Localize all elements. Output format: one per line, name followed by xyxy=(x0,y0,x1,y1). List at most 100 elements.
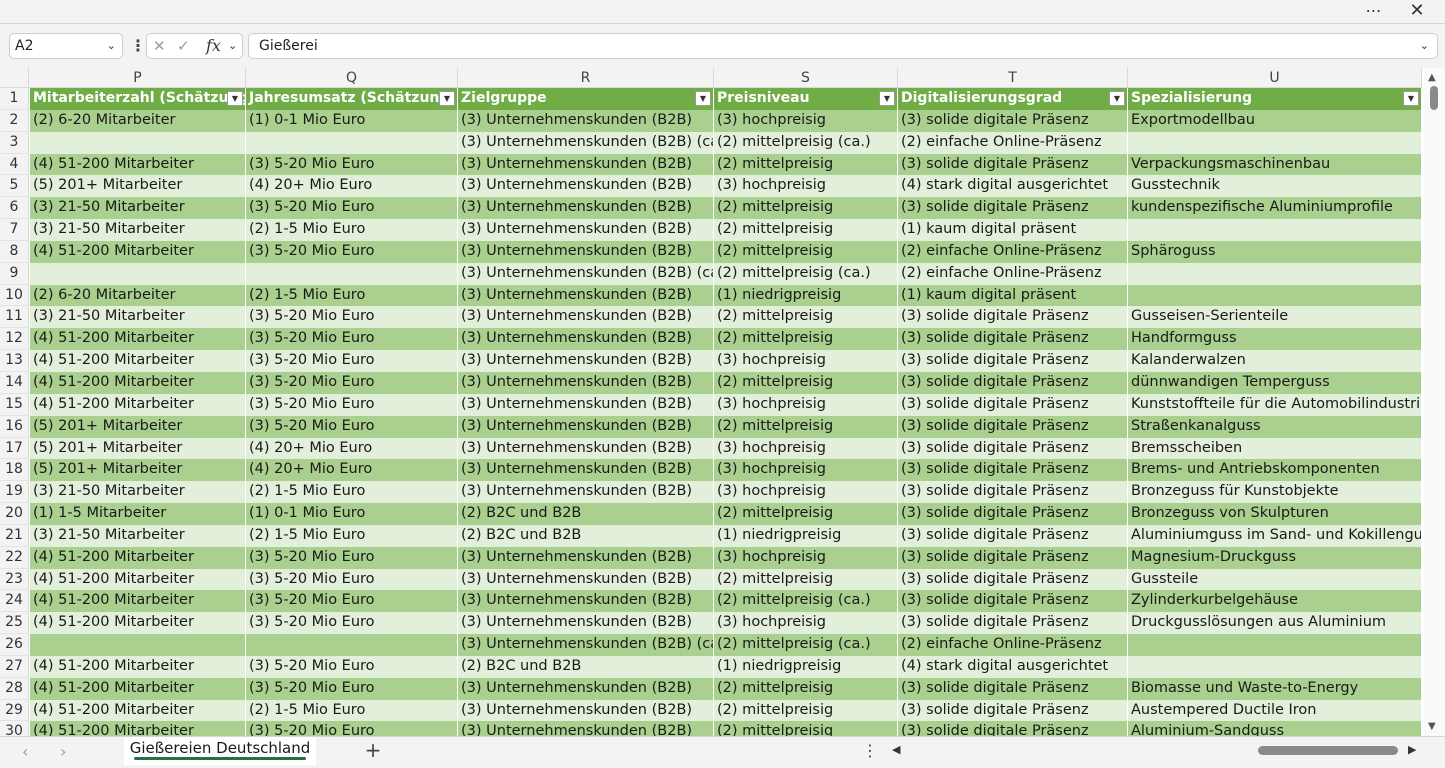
table-cell[interactable]: (3) 21-50 Mitarbeiter xyxy=(30,219,246,241)
scroll-up-icon[interactable]: ▲ xyxy=(1428,72,1436,83)
table-cell[interactable]: (2) 6-20 Mitarbeiter xyxy=(30,284,246,307)
table-cell[interactable]: (3) 21-50 Mitarbeiter xyxy=(30,524,246,547)
table-cell[interactable]: (3) 5-20 Mio Euro xyxy=(246,612,458,635)
more-options-icon[interactable]: ⋯ xyxy=(1360,1,1388,21)
table-cell[interactable]: (3) solide digitale Präsenz xyxy=(898,699,1128,722)
table-cell[interactable]: (4) 51-200 Mitarbeiter xyxy=(30,612,246,635)
table-cell[interactable]: (4) 51-200 Mitarbeiter xyxy=(30,677,246,700)
table-cell[interactable]: Austempered Ductile Iron xyxy=(1128,699,1422,722)
filter-dropdown-icon[interactable]: ▼ xyxy=(227,91,243,106)
table-cell[interactable] xyxy=(246,634,458,656)
table-cell[interactable]: (4) 51-200 Mitarbeiter xyxy=(30,350,246,372)
table-cell[interactable]: (2) 1-5 Mio Euro xyxy=(246,524,458,547)
table-cell[interactable]: (2) 1-5 Mio Euro xyxy=(246,481,458,504)
table-cell[interactable]: (2) mittelpreisig xyxy=(714,306,898,329)
table-cell[interactable]: (3) Unternehmenskunden (B2B) xyxy=(458,153,714,176)
table-cell[interactable]: (4) stark digital ausgerichtet xyxy=(898,655,1128,678)
table-cell[interactable]: Gusstechnik xyxy=(1128,175,1422,198)
table-cell[interactable]: (2) mittelpreisig xyxy=(714,677,898,700)
table-cell[interactable]: (3) 21-50 Mitarbeiter xyxy=(30,197,246,220)
row-number[interactable]: 28 xyxy=(0,677,29,700)
table-cell[interactable]: Sphäroguss xyxy=(1128,240,1422,263)
table-cell[interactable]: (3) hochpreisig xyxy=(714,350,898,372)
column-header[interactable]: Q xyxy=(246,68,458,88)
table-cell[interactable] xyxy=(246,262,458,285)
table-header-cell[interactable]: Jahresumsatz (Schätzung) ▼ xyxy=(246,88,458,110)
table-header-cell[interactable]: Preisniveau ▼ xyxy=(714,88,898,110)
worksheet-grid[interactable]: P Q R S T U 1 Mitarbeiterzahl (Schätzung… xyxy=(0,68,1422,736)
table-cell[interactable]: Bremsscheiben xyxy=(1128,437,1422,460)
chevron-down-icon[interactable]: ⌄ xyxy=(228,34,237,58)
table-cell[interactable]: (3) Unternehmenskunden (B2B) xyxy=(458,677,714,700)
table-cell[interactable]: (3) Unternehmenskunden (B2B) xyxy=(458,197,714,220)
filter-dropdown-icon[interactable]: ▼ xyxy=(439,91,455,106)
table-cell[interactable] xyxy=(1128,634,1422,656)
table-cell[interactable]: (1) niedrigpreisig xyxy=(714,655,898,678)
table-cell[interactable]: Zylinderkurbelgehäuse xyxy=(1128,590,1422,613)
table-cell[interactable]: (3) solide digitale Präsenz xyxy=(898,437,1128,460)
table-cell[interactable]: (3) solide digitale Präsenz xyxy=(898,371,1128,394)
table-cell[interactable]: (4) 20+ Mio Euro xyxy=(246,437,458,460)
row-number[interactable]: 13 xyxy=(0,350,29,372)
table-cell[interactable]: (3) 5-20 Mio Euro xyxy=(246,350,458,372)
table-cell[interactable]: (3) Unternehmenskunden (B2B) xyxy=(458,219,714,241)
table-cell[interactable]: Kalanderwalzen xyxy=(1128,350,1422,372)
table-cell[interactable]: (5) 201+ Mitarbeiter xyxy=(30,415,246,438)
row-number[interactable]: 9 xyxy=(0,262,29,285)
row-number[interactable]: 19 xyxy=(0,481,29,504)
table-cell[interactable]: Kunststoffteile für die Automobilindustr… xyxy=(1128,393,1422,416)
table-cell[interactable]: (3) Unternehmenskunden (B2B) xyxy=(458,459,714,482)
select-all-corner[interactable] xyxy=(0,68,29,88)
table-cell[interactable]: Verpackungsmaschinenbau xyxy=(1128,153,1422,176)
table-cell[interactable]: (2) 6-20 Mitarbeiter xyxy=(30,109,246,132)
table-cell[interactable]: (3) solide digitale Präsenz xyxy=(898,546,1128,569)
scroll-thumb[interactable] xyxy=(1430,86,1438,110)
row-number[interactable]: 20 xyxy=(0,503,29,525)
row-number[interactable]: 14 xyxy=(0,371,29,394)
table-cell[interactable]: (1) 0-1 Mio Euro xyxy=(246,109,458,132)
chevron-right-icon[interactable]: › xyxy=(60,741,66,763)
table-header-cell[interactable]: Spezialisierung ▼ xyxy=(1128,88,1422,110)
table-cell[interactable]: (3) 5-20 Mio Euro xyxy=(246,677,458,700)
table-cell[interactable]: Bronzeguss von Skulpturen xyxy=(1128,503,1422,525)
table-cell[interactable]: (4) 20+ Mio Euro xyxy=(246,175,458,198)
table-cell[interactable]: (3) solide digitale Präsenz xyxy=(898,415,1128,438)
row-number[interactable]: 29 xyxy=(0,699,29,722)
row-number[interactable]: 16 xyxy=(0,415,29,438)
table-cell[interactable]: (1) kaum digital präsent xyxy=(898,284,1128,307)
table-cell[interactable]: (3) hochpreisig xyxy=(714,546,898,569)
insert-function-icon[interactable]: fx xyxy=(206,34,221,58)
horizontal-scroll-thumb[interactable] xyxy=(1258,746,1398,755)
table-cell[interactable]: (3) solide digitale Präsenz xyxy=(898,590,1128,613)
filter-dropdown-icon[interactable]: ▼ xyxy=(695,91,711,106)
table-cell[interactable]: (4) 51-200 Mitarbeiter xyxy=(30,240,246,263)
table-cell[interactable] xyxy=(1128,284,1422,307)
table-cell[interactable]: (4) 51-200 Mitarbeiter xyxy=(30,328,246,351)
table-cell[interactable]: (4) 51-200 Mitarbeiter xyxy=(30,699,246,722)
table-cell[interactable]: (3) Unternehmenskunden (B2B) (ca.) xyxy=(458,131,714,154)
table-cell[interactable]: (3) Unternehmenskunden (B2B) xyxy=(458,393,714,416)
table-cell[interactable]: Brems- und Antriebskomponenten xyxy=(1128,459,1422,482)
table-cell[interactable]: (3) 5-20 Mio Euro xyxy=(246,371,458,394)
scroll-left-icon[interactable]: ◀ xyxy=(892,743,900,756)
column-header[interactable]: S xyxy=(714,68,898,88)
row-number[interactable]: 12 xyxy=(0,328,29,351)
vertical-dots-icon[interactable]: ⋮ xyxy=(130,36,146,56)
add-sheet-icon[interactable]: + xyxy=(360,739,386,763)
table-cell[interactable]: (3) 5-20 Mio Euro xyxy=(246,590,458,613)
table-cell[interactable]: (3) solide digitale Präsenz xyxy=(898,393,1128,416)
row-number[interactable]: 23 xyxy=(0,568,29,591)
table-cell[interactable]: (3) 21-50 Mitarbeiter xyxy=(30,481,246,504)
table-cell[interactable]: (3) Unternehmenskunden (B2B) xyxy=(458,612,714,635)
table-cell[interactable]: (3) solide digitale Präsenz xyxy=(898,503,1128,525)
row-number[interactable]: 5 xyxy=(0,175,29,198)
table-cell[interactable]: (2) B2C und B2B xyxy=(458,655,714,678)
chevron-left-icon[interactable]: ‹ xyxy=(22,741,28,763)
table-cell[interactable]: (3) Unternehmenskunden (B2B) xyxy=(458,546,714,569)
cancel-icon[interactable]: ✕ xyxy=(153,34,166,58)
table-cell[interactable]: (4) 51-200 Mitarbeiter xyxy=(30,721,246,736)
table-cell[interactable]: (3) Unternehmenskunden (B2B) xyxy=(458,415,714,438)
table-cell[interactable]: (2) 1-5 Mio Euro xyxy=(246,284,458,307)
table-cell[interactable]: (2) mittelpreisig xyxy=(714,328,898,351)
row-number[interactable]: 17 xyxy=(0,437,29,460)
